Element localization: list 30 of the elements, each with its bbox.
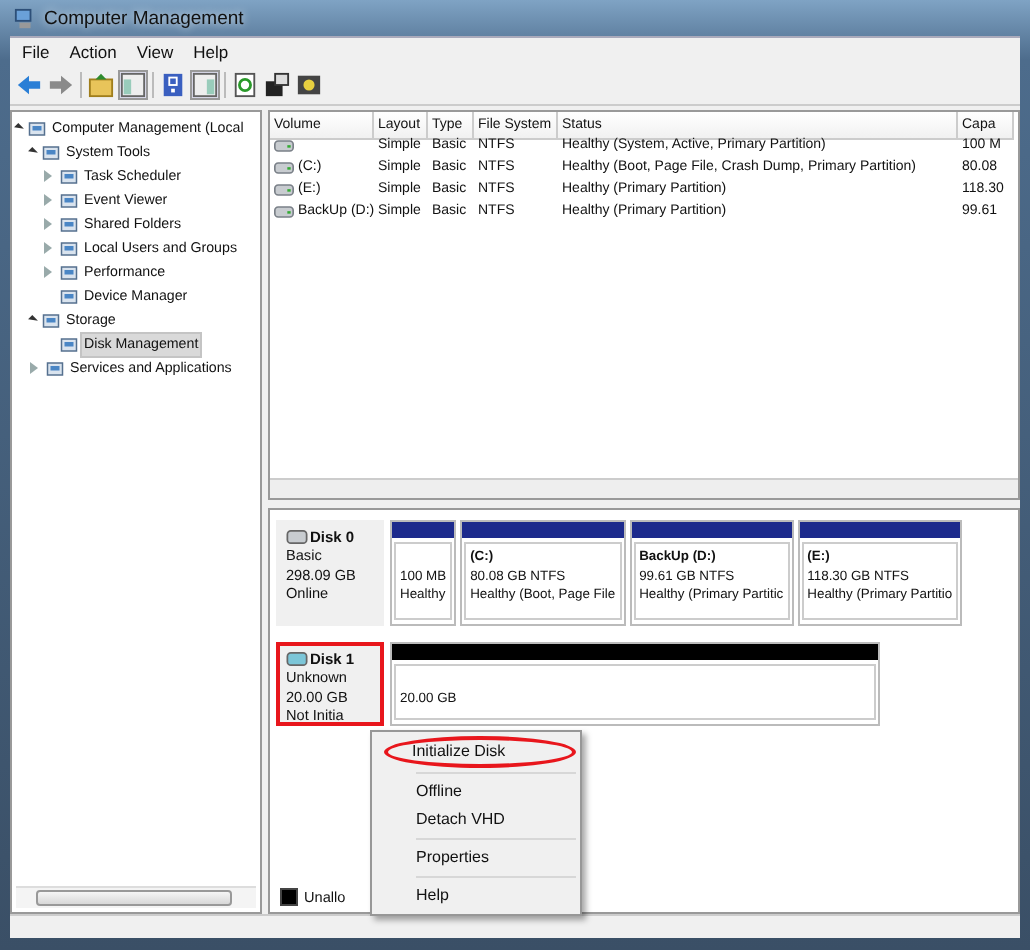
menu-item[interactable]: View <box>128 42 182 62</box>
menu-item[interactable]: Detach VHD <box>372 806 580 834</box>
back-arrow-icon[interactable] <box>16 72 42 98</box>
drive-icon <box>274 183 294 195</box>
drive-icon <box>274 161 294 173</box>
drive-icon <box>274 205 294 217</box>
menu-item[interactable]: Offline <box>372 778 580 806</box>
expand-arrow-icon[interactable] <box>30 362 38 374</box>
menu-item[interactable]: Help <box>372 882 580 910</box>
expand-arrow-icon[interactable] <box>44 170 52 182</box>
forward-arrow-icon[interactable] <box>48 72 74 98</box>
expand-arrow-icon[interactable] <box>44 194 52 206</box>
expand-arrow-icon[interactable] <box>44 242 52 254</box>
drive-icon <box>274 139 294 151</box>
help-icon[interactable] <box>160 72 186 98</box>
refresh-icon[interactable] <box>232 72 258 98</box>
menu-item[interactable]: Action <box>61 42 125 62</box>
pane-icon[interactable] <box>120 72 146 98</box>
pane-icon[interactable] <box>192 72 218 98</box>
expand-arrow-icon[interactable] <box>44 266 52 278</box>
window-title: Computer Management <box>44 7 244 29</box>
computer-icon <box>14 7 36 29</box>
drive-icon <box>286 652 308 666</box>
menu-item[interactable]: Properties <box>372 844 580 872</box>
menu-item[interactable]: Initialize Disk <box>384 736 576 768</box>
menu-item[interactable]: File <box>14 42 58 62</box>
drive-icon <box>286 530 308 544</box>
folder-up-icon[interactable] <box>88 72 114 98</box>
menu-item[interactable]: Help <box>185 42 237 62</box>
expand-arrow-icon[interactable] <box>44 218 52 230</box>
